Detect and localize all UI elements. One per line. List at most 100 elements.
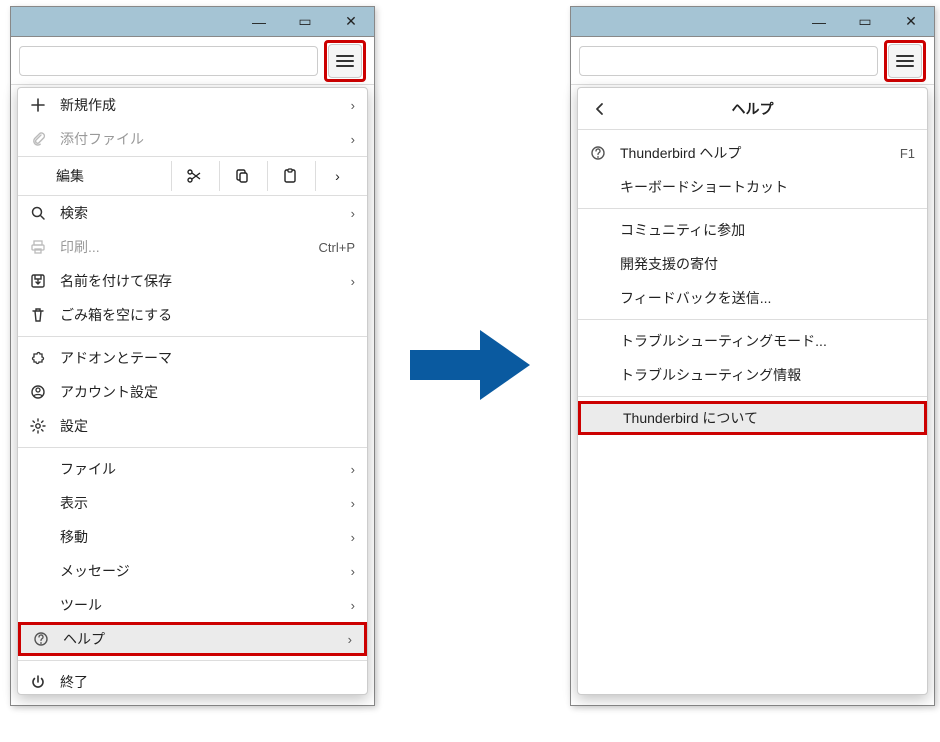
menu-search[interactable]: 検索 › [18, 196, 367, 230]
menu-divider [578, 208, 927, 209]
plus-icon [28, 95, 48, 115]
menu-tbhelp-label: Thunderbird ヘルプ [620, 143, 888, 163]
menu-about-label: Thunderbird について [623, 408, 912, 428]
app-menu-button-highlight [324, 40, 366, 82]
hamburger-icon [896, 54, 914, 68]
menu-print: 印刷... Ctrl+P [18, 230, 367, 264]
minimize-button[interactable]: — [236, 7, 282, 37]
menu-tsinfo-label: トラブルシューティング情報 [620, 365, 915, 385]
menu-attach: 添付ファイル › [18, 122, 367, 156]
menu-file-label: ファイル [60, 459, 339, 479]
menu-tb-help[interactable]: Thunderbird ヘルプ F1 [578, 136, 927, 170]
menu-go-label: 移動 [60, 527, 339, 547]
menu-about-thunderbird[interactable]: Thunderbird について [578, 401, 927, 435]
thunderbird-window-left: — ▭ ✕ 新規作成 › 添付ファイル [10, 6, 375, 706]
puzzle-icon [28, 348, 48, 368]
menu-message[interactable]: メッセージ › [18, 554, 367, 588]
toolbar [11, 37, 374, 85]
transition-arrow-icon [410, 330, 530, 400]
menu-donate[interactable]: 開発支援の寄付 [578, 247, 927, 281]
menu-new-label: 新規作成 [60, 95, 339, 115]
menu-tools[interactable]: ツール › [18, 588, 367, 622]
cut-button[interactable] [171, 161, 215, 191]
submenu-header: ヘルプ [578, 88, 927, 130]
app-menu-button[interactable] [888, 44, 922, 78]
maximize-button[interactable]: ▭ [842, 7, 888, 37]
edit-more-button[interactable]: › [315, 161, 359, 191]
menu-view[interactable]: 表示 › [18, 486, 367, 520]
chevron-right-icon: › [348, 632, 352, 647]
menu-new[interactable]: 新規作成 › [18, 88, 367, 122]
close-button[interactable]: ✕ [328, 7, 374, 37]
menu-settings-label: 設定 [60, 416, 355, 436]
back-button[interactable] [588, 97, 612, 121]
menu-attach-label: 添付ファイル [60, 129, 339, 149]
menu-view-label: 表示 [60, 493, 339, 513]
menu-emptytrash-label: ごみ箱を空にする [60, 305, 355, 325]
menu-quit[interactable]: 終了 [18, 665, 367, 695]
chevron-right-icon: › [351, 598, 355, 613]
menu-account-label: アカウント設定 [60, 382, 355, 402]
clipboard-icon [282, 168, 298, 184]
copy-icon [234, 168, 250, 184]
menu-keyboard-shortcuts[interactable]: キーボードショートカット [578, 170, 927, 204]
chevron-right-icon: › [335, 168, 340, 184]
search-box[interactable] [19, 46, 318, 76]
menu-account-settings[interactable]: アカウント設定 [18, 375, 367, 409]
chevron-right-icon: › [351, 206, 355, 221]
menu-feedback[interactable]: フィードバックを送信... [578, 281, 927, 315]
search-icon [28, 203, 48, 223]
trash-icon [28, 305, 48, 325]
menu-tools-label: ツール [60, 595, 339, 615]
menu-saveas-label: 名前を付けて保存 [60, 271, 339, 291]
app-menu-button[interactable] [328, 44, 362, 78]
gear-icon [28, 416, 48, 436]
help-icon [31, 629, 51, 649]
menu-divider [578, 396, 927, 397]
chevron-right-icon: › [351, 496, 355, 511]
menu-empty-trash[interactable]: ごみ箱を空にする [18, 298, 367, 332]
chevron-right-icon: › [351, 564, 355, 579]
menu-file[interactable]: ファイル › [18, 452, 367, 486]
titlebar: — ▭ ✕ [571, 7, 934, 37]
menu-save-as[interactable]: 名前を付けて保存 › [18, 264, 367, 298]
paste-button[interactable] [267, 161, 311, 191]
menu-go[interactable]: 移動 › [18, 520, 367, 554]
menu-troubleshoot-mode[interactable]: トラブルシューティングモード... [578, 324, 927, 358]
edit-toolbar: 編集 › [18, 156, 367, 196]
save-icon [28, 271, 48, 291]
help-icon [588, 143, 608, 163]
minimize-button[interactable]: — [796, 7, 842, 37]
menu-settings[interactable]: 設定 [18, 409, 367, 443]
menu-troubleshoot-info[interactable]: トラブルシューティング情報 [578, 358, 927, 392]
menu-feedback-label: フィードバックを送信... [620, 288, 915, 308]
menu-quit-label: 終了 [60, 672, 355, 692]
search-box[interactable] [579, 46, 878, 76]
chevron-right-icon: › [351, 98, 355, 113]
menu-help[interactable]: ヘルプ › [18, 622, 367, 656]
menu-divider [18, 660, 367, 661]
chevron-right-icon: › [351, 462, 355, 477]
menu-addons[interactable]: アドオンとテーマ [18, 341, 367, 375]
toolbar [571, 37, 934, 85]
menu-help-label: ヘルプ [63, 629, 336, 649]
printer-icon [28, 237, 48, 257]
menu-print-shortcut: Ctrl+P [319, 240, 355, 255]
main-menu-panel: 新規作成 › 添付ファイル › 編集 › [17, 87, 368, 695]
edit-label: 編集 [38, 166, 167, 186]
menu-divider [578, 319, 927, 320]
close-button[interactable]: ✕ [888, 7, 934, 37]
chevron-right-icon: › [351, 274, 355, 289]
power-icon [28, 672, 48, 692]
hamburger-icon [336, 54, 354, 68]
menu-donate-label: 開発支援の寄付 [620, 254, 915, 274]
maximize-button[interactable]: ▭ [282, 7, 328, 37]
copy-button[interactable] [219, 161, 263, 191]
menu-search-label: 検索 [60, 203, 339, 223]
paperclip-icon [28, 129, 48, 149]
menu-addons-label: アドオンとテーマ [60, 348, 355, 368]
menu-message-label: メッセージ [60, 561, 339, 581]
menu-community[interactable]: コミュニティに参加 [578, 213, 927, 247]
menu-tsmode-label: トラブルシューティングモード... [620, 331, 915, 351]
menu-print-label: 印刷... [60, 237, 307, 257]
